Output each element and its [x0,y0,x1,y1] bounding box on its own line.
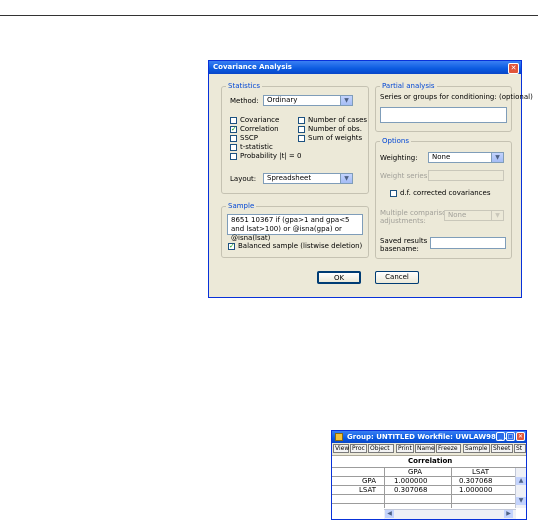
probability-checkbox[interactable] [230,153,237,160]
layout-label: Layout: [230,175,257,183]
options-label: Options [380,137,412,145]
sheet-button[interactable]: Sheet [491,444,513,453]
sample-group: Sample 8651 10367 if (gpa>1 and gpa<5 an… [221,202,369,258]
scroll-up-icon[interactable]: ▲ [516,477,526,485]
covariance-checkbox[interactable] [230,117,237,124]
covariance-label: Covariance [240,116,280,124]
weighting-value: None [432,153,451,161]
sample-group-label: Sample [226,202,257,210]
row-label-gpa: GPA [362,477,376,485]
sum-of-weights-label: Sum of weights [308,134,363,142]
weight-series-label: Weight series: [380,172,430,180]
layout-select[interactable]: Spreadsheet ▼ [263,173,353,184]
scroll-down-icon[interactable]: ▼ [516,497,526,505]
top-rule [0,15,538,16]
probability-label: Probability |t| = 0 [240,152,302,160]
name-button[interactable]: Name [415,444,435,453]
object-button[interactable]: Object [368,444,394,453]
print-button[interactable]: Print [396,444,414,453]
basename-label: basename: [380,245,419,253]
number-of-cases-checkbox[interactable] [298,117,305,124]
chevron-down-icon[interactable]: ▼ [340,174,352,183]
grid-line [384,468,385,508]
close-icon[interactable]: ✕ [516,432,525,441]
weighting-select[interactable]: None ▼ [428,152,504,163]
dialog-title: Covariance Analysis [209,61,521,74]
statistics-group: Statistics Method: Ordinary ▼ Covariance… [221,82,369,194]
proc-button[interactable]: Proc [350,444,367,453]
chevron-down-icon[interactable]: ▼ [340,96,352,105]
scroll-right-icon[interactable]: ▶ [504,510,513,518]
grid-line [332,467,526,468]
ok-button[interactable]: OK [317,271,361,284]
chevron-down-icon[interactable]: ▼ [491,153,503,162]
close-icon[interactable]: ✕ [508,63,519,74]
correlation-label: Correlation [240,125,279,133]
df-corrected-checkbox[interactable] [390,190,397,197]
group-window: Group: UNTITLED Workfile: UWLAW98:... _ … [331,430,527,520]
method-select[interactable]: Ordinary ▼ [263,95,353,106]
balanced-sample-checkbox[interactable]: ✓ [228,243,235,250]
chevron-down-icon: ▼ [491,211,503,220]
partial-analysis-group: Partial analysis Series or groups for co… [375,82,533,132]
weight-series-input [428,170,504,181]
freeze-button[interactable]: Freeze [436,444,461,453]
sample-text: 8651 10367 if (gpa>1 and gpa<5 and lsat>… [231,216,350,242]
layout-value: Spreadsheet [267,174,312,182]
multiple-comparison-value: None [448,211,467,219]
grid-line [332,503,526,504]
conditioning-series-input[interactable] [380,107,507,123]
number-of-cases-label: Number of cases [308,116,368,124]
balanced-sample-label: Balanced sample (listwise deletion) [238,242,363,250]
column-header-lsat: LSAT [472,468,489,476]
sum-of-weights-checkbox[interactable] [298,135,305,142]
method-label: Method: [230,97,259,105]
table-cell[interactable]: 1.000000 [459,486,492,495]
group-toolbar: View Proc Object Print Name Freeze Sampl… [332,443,526,456]
column-header-gpa: GPA [408,468,422,476]
conditioning-series-label: Series or groups for conditioning: (opti… [380,93,533,101]
st-button[interactable]: St [514,444,526,453]
number-of-obs-checkbox[interactable] [298,126,305,133]
grid-line [451,468,452,508]
number-of-obs-label: Number of obs. [308,125,362,133]
sample-input[interactable]: 8651 10367 if (gpa>1 and gpa<5 and lsat>… [227,214,363,242]
adjustments-label: adjustments: [380,217,426,225]
correlation-checkbox[interactable]: ✓ [230,126,237,133]
multiple-comparison-label: Multiple comparison [380,209,451,217]
horizontal-scrollbar[interactable] [384,509,516,519]
table-cell[interactable]: 0.307068 [459,477,492,486]
weighting-label: Weighting: [380,154,418,162]
minimize-icon[interactable]: _ [496,432,505,441]
sample-button[interactable]: Sample [463,444,490,453]
scroll-left-icon[interactable]: ◀ [385,510,394,518]
basename-input[interactable] [430,237,506,249]
method-value: Ordinary [267,96,298,104]
multiple-comparison-select: None ▼ [444,210,504,221]
sscp-checkbox[interactable] [230,135,237,142]
table-title: Correlation [408,457,453,465]
sscp-label: SSCP [240,134,258,142]
df-corrected-label: d.f. corrected covariances [400,189,491,197]
covariance-dialog: Covariance Analysis ✕ Statistics Method:… [208,60,533,298]
t-statistic-checkbox[interactable] [230,144,237,151]
options-group: Options Weighting: None ▼ Weight series:… [375,137,512,259]
saved-results-label: Saved results [380,237,428,245]
cancel-button[interactable]: Cancel [375,271,419,284]
group-icon [335,433,343,441]
t-statistic-label: t-statistic [240,143,273,151]
row-label-lsat: LSAT [359,486,376,494]
table-cell[interactable]: 1.000000 [394,477,427,486]
partial-analysis-label: Partial analysis [380,82,437,90]
table-cell[interactable]: 0.307068 [394,486,427,495]
view-button[interactable]: View [333,444,349,453]
statistics-group-label: Statistics [226,82,262,90]
maximize-icon[interactable]: □ [506,432,515,441]
